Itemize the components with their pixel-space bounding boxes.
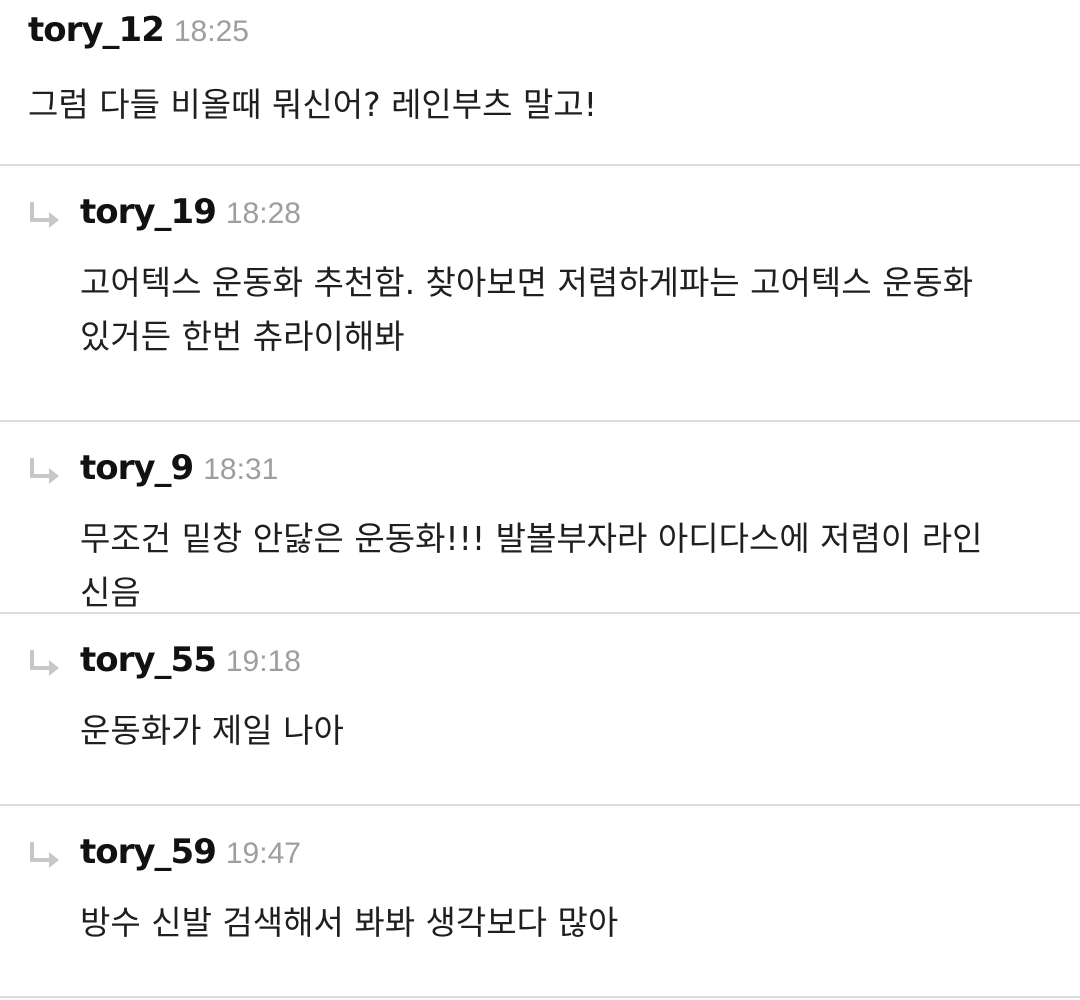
comment-username[interactable]: tory_55 bbox=[80, 640, 217, 680]
comment-timestamp: 19:18 bbox=[225, 645, 301, 678]
comment-timestamp: 18:31 bbox=[203, 453, 279, 486]
comment-timestamp: 18:28 bbox=[225, 197, 301, 230]
comment-text: 무조건 밑창 안닳은 운동화!!! 발볼부자라 아디다스에 저렴이 라인 신음 bbox=[80, 519, 983, 612]
comment-username[interactable]: tory_59 bbox=[80, 832, 217, 872]
comment-text: 운동화가 제일 나아 bbox=[80, 711, 344, 750]
comment-username[interactable]: tory_12 bbox=[28, 10, 165, 50]
comment-meta: tory_19 18:28 bbox=[80, 192, 1080, 238]
comment-meta: tory_9 18:31 bbox=[80, 448, 1080, 494]
reply-arrow-icon bbox=[30, 202, 59, 228]
comment-text: 고어텍스 운동화 추천함. 찾아보면 저렴하게파는 고어텍스 운동화 있거든 한… bbox=[80, 263, 974, 356]
reply-arrow-icon bbox=[30, 650, 59, 676]
comment-meta: tory_55 19:18 bbox=[80, 640, 1080, 686]
reply-comment: tory_55 19:18 운동화가 제일 나아 bbox=[0, 614, 1080, 806]
comment-text: 방수 신발 검색해서 봐봐 생각보다 많아 bbox=[80, 903, 619, 942]
comment-timestamp: 18:25 bbox=[173, 15, 249, 48]
comment-thread: tory_12 18:25 그럼 다들 비올때 뭐신어? 레인부츠 말고! to… bbox=[0, 0, 1080, 998]
comment-text: 그럼 다들 비올때 뭐신어? 레인부츠 말고! bbox=[28, 85, 597, 124]
comment-meta: tory_12 18:25 bbox=[28, 10, 1080, 56]
comment-username[interactable]: tory_19 bbox=[80, 192, 217, 232]
comment-username[interactable]: tory_9 bbox=[80, 448, 194, 488]
reply-arrow-icon bbox=[30, 842, 59, 868]
reply-comment: tory_9 18:31 무조건 밑창 안닳은 운동화!!! 발볼부자라 아디다… bbox=[0, 422, 1080, 614]
reply-comment: tory_19 18:28 고어텍스 운동화 추천함. 찾아보면 저렴하게파는 … bbox=[0, 166, 1080, 422]
comment-meta: tory_59 19:47 bbox=[80, 832, 1080, 878]
comment-timestamp: 19:47 bbox=[225, 837, 301, 870]
reply-arrow-icon bbox=[30, 458, 59, 484]
comment: tory_12 18:25 그럼 다들 비올때 뭐신어? 레인부츠 말고! bbox=[0, 0, 1080, 166]
reply-comment: tory_59 19:47 방수 신발 검색해서 봐봐 생각보다 많아 bbox=[0, 806, 1080, 998]
